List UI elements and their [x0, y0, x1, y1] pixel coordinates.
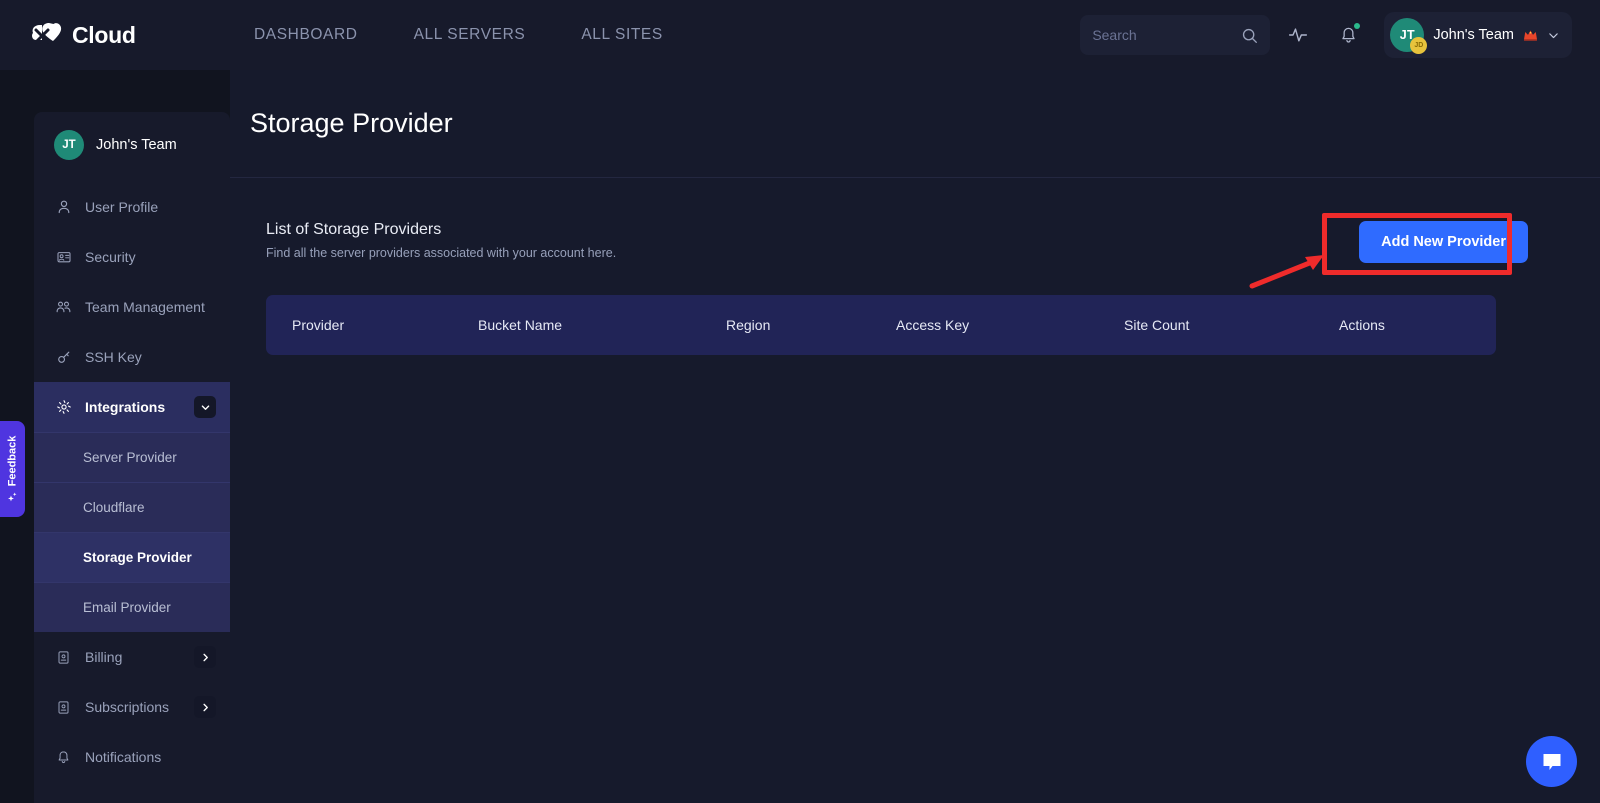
storage-providers-table: Provider Bucket Name Region Access Key S… [266, 295, 1496, 355]
list-header-text: List of Storage Providers Find all the s… [266, 221, 616, 260]
sidebar-subitem-cloudflare[interactable]: Cloudflare [34, 482, 230, 532]
sidebar-subitem-server-provider[interactable]: Server Provider [34, 432, 230, 482]
sidebar-item-label: Security [85, 249, 136, 265]
add-new-provider-button[interactable]: Add New Provider [1359, 221, 1528, 263]
search-input[interactable] [1092, 27, 1233, 43]
activity-pulse-icon[interactable] [1276, 13, 1320, 57]
integrations-submenu: Server Provider Cloudflare Storage Provi… [34, 432, 230, 632]
chevron-right-icon[interactable] [194, 646, 216, 668]
feedback-tab[interactable]: Feedback [0, 421, 25, 517]
avatar: JT JD [1390, 18, 1428, 54]
table-head: Provider Bucket Name Region Access Key S… [266, 295, 1496, 355]
billing-icon [55, 649, 72, 666]
sidebar-item-label: Notifications [85, 749, 162, 765]
app-root: Cloud DASHBOARD ALL SERVERS ALL SITES Se… [0, 0, 1600, 803]
column-header-access-key[interactable]: Access Key [896, 295, 1124, 355]
sidebar-item-team-management[interactable]: Team Management [34, 282, 230, 332]
nav-link-all-servers[interactable]: ALL SERVERS [386, 16, 554, 54]
user-menu[interactable]: JT JD John's Team [1384, 12, 1572, 58]
feedback-tab-inner: Feedback [7, 436, 19, 503]
sidebar-item-integrations[interactable]: Integrations [34, 382, 230, 432]
search-icon[interactable] [1241, 27, 1258, 44]
sidebar-item-label: Subscriptions [85, 699, 170, 715]
column-header-site-count[interactable]: Site Count [1124, 295, 1339, 355]
chat-bubble-icon [1540, 750, 1564, 774]
notification-badge-dot [1354, 23, 1361, 29]
crown-icon [1523, 29, 1538, 41]
main-panel: Storage Provider List of Storage Provide… [230, 70, 1600, 803]
sidebar-item-ssh-key[interactable]: SSH Key [34, 332, 230, 382]
sidebar-item-notifications[interactable]: Notifications [34, 732, 230, 782]
chevron-right-icon[interactable] [194, 696, 216, 718]
feedback-label: Feedback [6, 435, 19, 487]
sidebar-item-label: Integrations [85, 399, 166, 415]
bell-icon[interactable] [1326, 13, 1370, 57]
sidebar-item-label: SSH Key [85, 349, 142, 365]
chat-widget-button[interactable] [1526, 736, 1577, 787]
brand-name: Cloud [72, 21, 136, 48]
nav-links: DASHBOARD ALL SERVERS ALL SITES [226, 16, 691, 54]
key-icon [55, 349, 72, 366]
sidebar-team-name: John's Team [96, 137, 177, 153]
nav-link-all-sites[interactable]: ALL SITES [553, 16, 691, 54]
page-title: Storage Provider [250, 108, 453, 138]
list-subtitle: Find all the server providers associated… [266, 246, 617, 260]
sparkle-icon [7, 491, 18, 502]
sidebar-item-label: Billing [85, 649, 123, 665]
list-title: List of Storage Providers [266, 221, 442, 238]
sidebar: JT John's Team User Profile Security Tea… [34, 112, 230, 803]
top-navigation-bar: Cloud DASHBOARD ALL SERVERS ALL SITES Se… [0, 0, 1600, 70]
sidebar-item-label: User Profile [85, 199, 159, 215]
gear-icon [55, 399, 72, 416]
column-header-bucket-name[interactable]: Bucket Name [478, 295, 726, 355]
brand-logo[interactable]: Cloud [30, 20, 200, 50]
sidebar-subitem-email-provider[interactable]: Email Provider [34, 582, 230, 632]
column-header-region[interactable]: Region [726, 295, 896, 355]
sidebar-item-user-profile[interactable]: User Profile [34, 182, 230, 232]
subscription-icon [55, 699, 72, 716]
search-box[interactable] [1080, 15, 1271, 55]
add-provider-cell: Add New Provider [1359, 221, 1528, 263]
user-team-name: John's Team [1433, 27, 1514, 43]
bell-icon [55, 749, 72, 766]
list-header-row: List of Storage Providers Find all the s… [266, 221, 1528, 263]
security-badge-icon [55, 249, 72, 266]
cloud-logo-icon [30, 20, 64, 50]
body-shell: Storage Provider List of Storage Provide… [0, 70, 1600, 803]
sidebar-item-subscriptions[interactable]: Subscriptions [34, 682, 230, 732]
nav-right-cluster: JT JD John's Team [1080, 12, 1572, 58]
team-people-icon [55, 299, 72, 316]
sidebar-item-billing[interactable]: Billing [34, 632, 230, 682]
page-header: Storage Provider [230, 70, 1600, 178]
chevron-down-icon[interactable] [1547, 29, 1560, 42]
page-content: List of Storage Providers Find all the s… [230, 178, 1600, 355]
table-header-row: Provider Bucket Name Region Access Key S… [266, 295, 1496, 355]
avatar-plan-badge: JD [1410, 37, 1428, 54]
column-header-actions[interactable]: Actions [1339, 295, 1496, 355]
sidebar-item-label: Team Management [85, 299, 205, 315]
user-icon [55, 199, 72, 216]
nav-link-dashboard[interactable]: DASHBOARD [226, 16, 386, 54]
sidebar-avatar: JT [54, 130, 84, 160]
column-header-provider[interactable]: Provider [266, 295, 478, 355]
chevron-down-icon[interactable] [194, 396, 216, 418]
sidebar-subitem-storage-provider[interactable]: Storage Provider [34, 532, 230, 582]
sidebar-item-security[interactable]: Security [34, 232, 230, 282]
sidebar-team-header[interactable]: JT John's Team [34, 112, 230, 182]
